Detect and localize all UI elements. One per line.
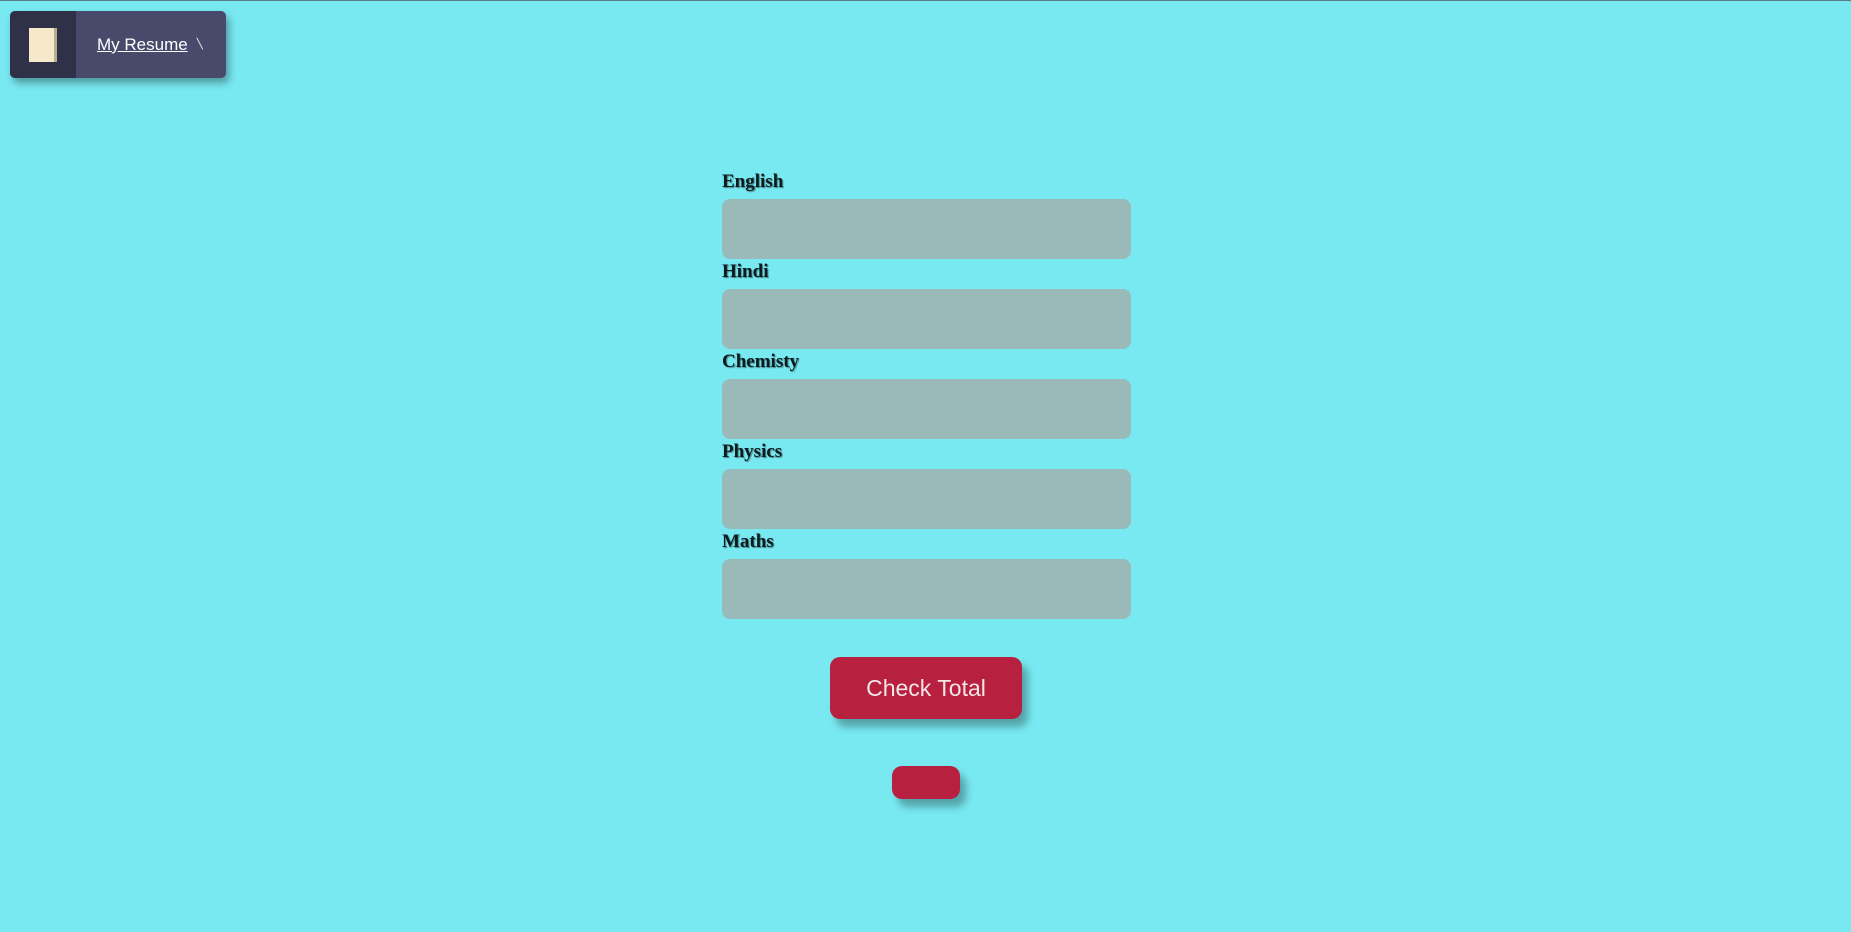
bookmark-icon-container (10, 11, 76, 78)
hindi-label: Hindi (722, 261, 769, 282)
english-input[interactable] (722, 199, 1131, 259)
marks-form: English Hindi Chemisty Physics Maths (722, 171, 1131, 621)
english-label: English (722, 171, 784, 192)
maths-input[interactable] (722, 559, 1131, 619)
my-resume-bookmark[interactable]: My Resume ╲ (10, 11, 226, 78)
physics-label: Physics (722, 441, 783, 462)
check-total-button[interactable]: Check Total (830, 657, 1022, 719)
document-icon (29, 27, 57, 62)
hindi-input[interactable] (722, 289, 1131, 349)
maths-label: Maths (722, 531, 774, 552)
chevron-down-icon[interactable]: ╲ (197, 39, 203, 50)
chemistry-label: Chemisty (722, 351, 800, 372)
my-resume-link[interactable]: My Resume (97, 35, 188, 55)
physics-input[interactable] (722, 469, 1131, 529)
total-result-button[interactable] (892, 766, 960, 799)
chemistry-input[interactable] (722, 379, 1131, 439)
